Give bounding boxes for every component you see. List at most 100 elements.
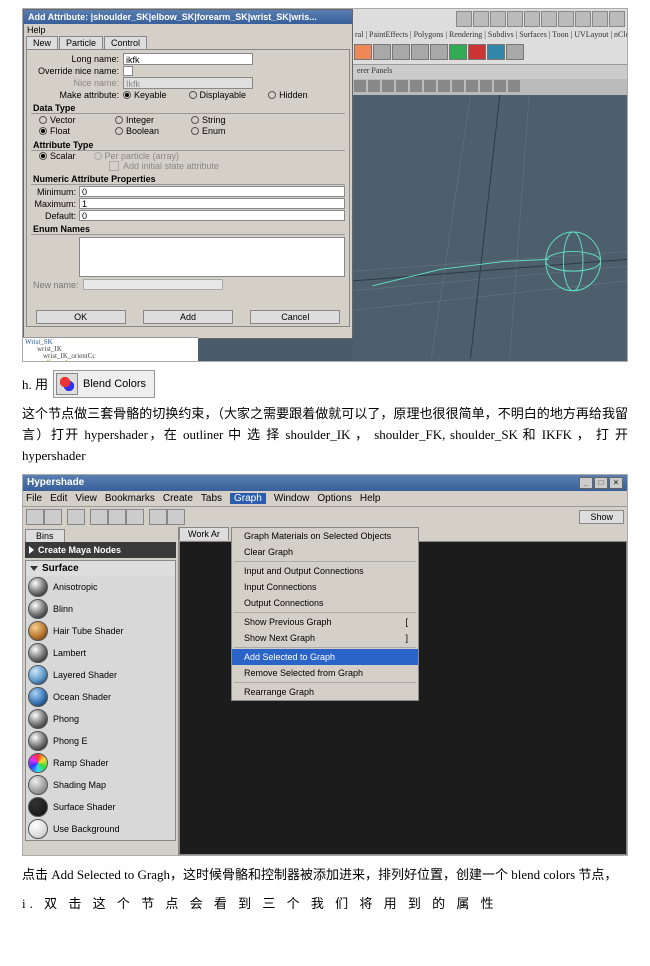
menu-clear-graph[interactable]: Clear Graph [232,544,418,560]
expand-icon [29,546,34,554]
menu-add-selected-to-graph[interactable]: Add Selected to Graph [232,649,418,665]
window-title: Hypershade [27,477,84,489]
menu-bookmarks[interactable]: Bookmarks [105,493,155,504]
tab-control[interactable]: Control [104,36,147,49]
shelf-buttons [353,43,627,61]
shader-use-background[interactable]: Use Background [26,818,175,840]
work-area-tab[interactable]: Work Ar [179,527,229,540]
add-button[interactable]: Add [143,310,233,324]
cancel-button[interactable]: Cancel [250,310,340,324]
menu-show-previous-graph[interactable]: Show Previous Graph[ [232,614,418,630]
toolbar: Show [23,507,627,528]
tab-particle[interactable]: Particle [59,36,103,49]
blend-colors-icon [56,373,78,395]
add-attribute-dialog: Add Attribute: |shoulder_SK|elbow_SK|for… [23,9,353,339]
numeric-properties-section: Numeric Attribute Properties [31,174,345,185]
dialog-menubar[interactable]: Help [24,24,352,36]
outliner-strip: Wrist_SK wrist_IK wrist_IK_orientCc effe… [23,337,198,361]
close-icon[interactable]: × [609,477,623,489]
make-attribute-label: Make attribute: [31,90,123,100]
hidden-radio[interactable]: Hidden [268,90,308,100]
shader-blinn[interactable]: Blinn [26,598,175,620]
enum-radio[interactable]: Enum [191,126,226,136]
window-buttons: _ □ × [579,477,623,489]
shader-shading-map[interactable]: Shading Map [26,774,175,796]
minimize-icon[interactable]: _ [579,477,593,489]
add-attribute-screenshot: ral | PaintEffects | Polygons | Renderin… [22,8,628,362]
maximum-label: Maximum: [31,199,79,209]
menu-help[interactable]: Help [360,493,381,504]
collapse-icon [30,566,38,571]
shader-lambert[interactable]: Lambert [26,642,175,664]
boolean-radio[interactable]: Boolean [115,126,185,136]
menu-create[interactable]: Create [163,493,193,504]
menu-show-next-graph[interactable]: Show Next Graph] [232,630,418,646]
menu-options[interactable]: Options [317,493,351,504]
minimum-input[interactable]: 0 [79,186,345,197]
shelf-tabs: ral | PaintEffects | Polygons | Renderin… [353,29,627,40]
menu-rearrange-graph[interactable]: Rearrange Graph [232,684,418,700]
menu-window[interactable]: Window [274,493,310,504]
shader-hair-tube[interactable]: Hair Tube Shader [26,620,175,642]
displayable-radio[interactable]: Displayable [189,90,247,100]
tab-new[interactable]: New [26,36,58,49]
keyable-radio[interactable]: Keyable [123,90,167,100]
shader-surface[interactable]: Surface Shader [26,796,175,818]
shader-ramp[interactable]: Ramp Shader [26,752,175,774]
tool-icon[interactable] [67,509,85,525]
surface-section-header[interactable]: Surface [26,561,175,576]
create-panel: Bins Create Maya Nodes Surface Anisotrop… [23,527,179,855]
dialog-body: Long name: ikfk Override nice name: Nice… [26,49,350,327]
graph-context-menu: Graph Materials on Selected Objects Clea… [231,527,419,701]
panel-menu: erer Panels [353,65,627,79]
float-radio[interactable]: Float [39,126,109,136]
viewport-grid [353,95,627,359]
menu-input-output-connections[interactable]: Input and Output Connections [232,563,418,579]
toolbar-icons [456,11,625,27]
integer-radio[interactable]: Integer [115,115,185,125]
maximize-icon[interactable]: □ [594,477,608,489]
tab-bins[interactable]: Bins [25,529,65,542]
create-maya-nodes-header[interactable]: Create Maya Nodes [25,542,176,558]
default-input[interactable]: 0 [79,210,345,221]
new-name-input [83,279,223,290]
shader-phong[interactable]: Phong [26,708,175,730]
work-area: Work Ar Graph Materials on Selected Obje… [179,527,627,855]
menu-edit[interactable]: Edit [50,493,67,504]
vector-radio[interactable]: Vector [39,115,109,125]
per-particle-radio: Per particle (array) [94,151,180,161]
shader-layered[interactable]: Layered Shader [26,664,175,686]
tool-icon[interactable] [108,509,126,525]
menu-output-connections[interactable]: Output Connections [232,595,418,611]
tool-icon[interactable] [44,509,62,525]
ok-button[interactable]: OK [36,310,126,324]
menu-remove-selected-from-graph[interactable]: Remove Selected from Graph [232,665,418,681]
dialog-title: Add Attribute: |shoulder_SK|elbow_SK|for… [24,10,352,24]
show-button[interactable]: Show [579,510,624,524]
shader-anisotropic[interactable]: Anisotropic [26,576,175,598]
menu-input-connections[interactable]: Input Connections [232,579,418,595]
override-nice-name-checkbox[interactable] [123,66,133,76]
shader-ocean[interactable]: Ocean Shader [26,686,175,708]
maximum-input[interactable]: 1 [79,198,345,209]
maya-top-bar: ral | PaintEffects | Polygons | Renderin… [353,9,627,65]
add-initial-state-label: Add initial state attribute [123,161,219,171]
nice-name-label: Nice name: [31,78,123,88]
tool-icon[interactable] [167,509,185,525]
scalar-radio[interactable]: Scalar [39,151,76,161]
paragraph-after-shot2: 点击 Add Selected to Gragh，这时候骨骼和控制器被添加进来，… [22,864,628,885]
tool-icon[interactable] [126,509,144,525]
menu-graph-materials[interactable]: Graph Materials on Selected Objects [232,528,418,544]
string-radio[interactable]: String [191,115,226,125]
menu-file[interactable]: File [26,493,42,504]
tool-icon[interactable] [26,509,44,525]
shader-phong-e[interactable]: Phong E [26,730,175,752]
shader-list: Anisotropic Blinn Hair Tube Shader Lambe… [26,576,175,840]
menu-view[interactable]: View [75,493,97,504]
enum-names-list[interactable] [79,237,345,277]
menu-tabs[interactable]: Tabs [201,493,222,504]
long-name-input[interactable]: ikfk [123,53,253,65]
tool-icon[interactable] [149,509,167,525]
tool-icon[interactable] [90,509,108,525]
menu-graph[interactable]: Graph [230,493,266,504]
